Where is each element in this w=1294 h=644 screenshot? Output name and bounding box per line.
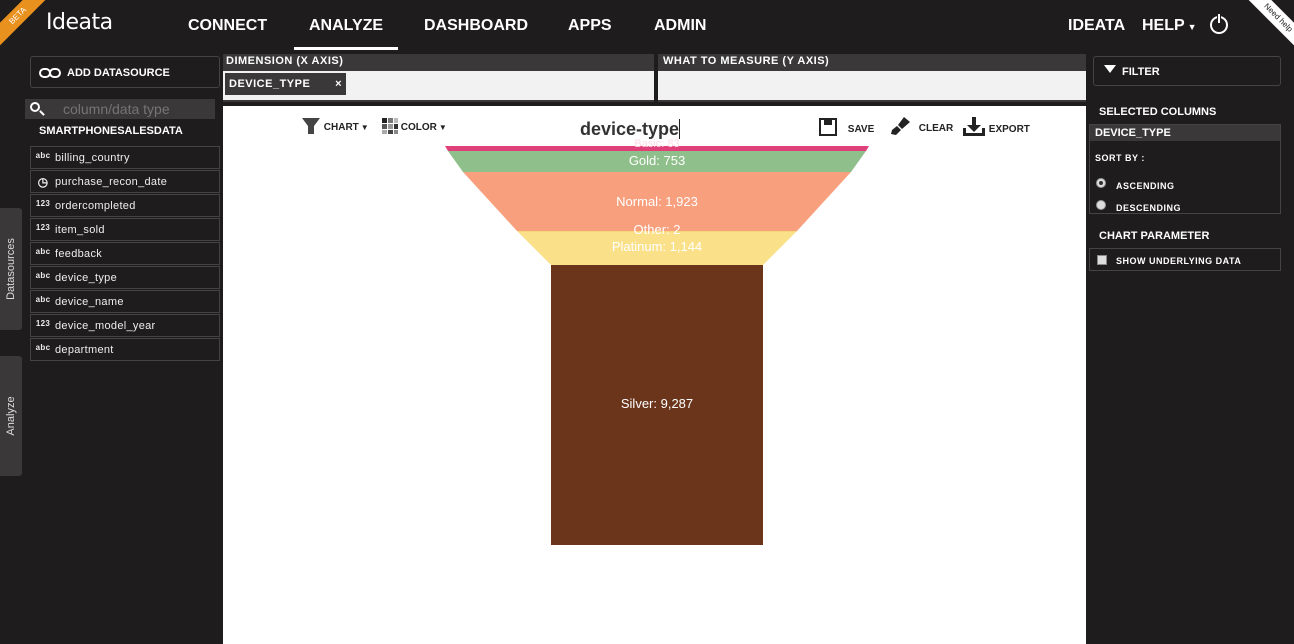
column-name: device_name	[55, 296, 124, 308]
clock-icon: ◷	[37, 175, 49, 189]
column-item[interactable]: 123 device_model_year	[30, 314, 220, 337]
ascending-radio[interactable]	[1096, 178, 1106, 188]
beta-ribbon: BETA	[0, 0, 52, 50]
funnel-label-gold: Gold: 753	[628, 153, 686, 168]
selected-columns-header: SELECTED COLUMNS	[1099, 106, 1217, 118]
need-help-ribbon[interactable]: Need help	[1244, 0, 1294, 52]
caret-down-icon: ▼	[1187, 22, 1197, 32]
measure-axis-zone: WHAT TO MEASURE (Y AXIS)	[658, 54, 1086, 102]
ideata-logo[interactable]: Ideata	[46, 10, 113, 35]
column-name: department	[55, 344, 114, 356]
column-name: billing_country	[55, 152, 130, 164]
nav-admin[interactable]: ADMIN	[654, 17, 706, 35]
nav-analyze[interactable]: ANALYZE	[293, 17, 399, 50]
funnel-label-other: Other: 2	[633, 222, 681, 237]
column-item[interactable]: abc department	[30, 338, 220, 361]
funnel-label-normal: Normal: 1,923	[616, 194, 698, 209]
properties-panel: FILTER SELECTED COLUMNS DEVICE_TYPE SORT…	[1089, 56, 1281, 271]
column-name: ordercompleted	[55, 200, 136, 212]
column-item[interactable]: abc billing_country	[30, 146, 220, 169]
column-item[interactable]: 123 ordercompleted	[30, 194, 220, 217]
numeric-type-icon: 123	[35, 199, 51, 208]
logo-text: Ideata	[46, 10, 113, 35]
sort-by-label: SORT BY :	[1095, 153, 1145, 163]
column-name: device_type	[55, 272, 118, 284]
top-navbar: BETA Ideata CONNECT ANALYZE DASHBOARD AP…	[0, 0, 1294, 52]
column-name: item_sold	[55, 224, 105, 236]
nav-apps[interactable]: APPS	[568, 17, 612, 35]
chart-canvas: CHART ▼ COLOR ▼ device-type SAVE CLEAR EXP…	[223, 106, 1086, 644]
column-name: device_model_year	[55, 320, 156, 332]
measure-drop-field[interactable]	[658, 71, 1086, 100]
numeric-type-icon: 123	[35, 319, 51, 328]
column-item[interactable]: ◷ purchase_recon_date	[30, 170, 220, 193]
funnel-label-platinum: Platinum: 1,144	[611, 239, 703, 254]
column-list: abc billing_country ◷ purchase_recon_date 12…	[30, 146, 220, 361]
ascending-label: ASCENDING	[1116, 181, 1175, 191]
help-menu[interactable]: HELP ▼	[1142, 17, 1197, 35]
column-item[interactable]: abc device_type	[30, 266, 220, 289]
dimension-drop-field[interactable]: DEVICE_TYPE ×	[223, 71, 654, 100]
link-icon	[39, 68, 61, 78]
help-label: HELP	[1142, 17, 1185, 34]
filter-label: FILTER	[1122, 66, 1160, 78]
chart-parameter-box: SHOW UNDERLYING DATA	[1089, 248, 1281, 271]
add-datasource-label: ADD DATASOURCE	[67, 67, 170, 79]
text-type-icon: abc	[35, 271, 51, 280]
funnel-label-basic: Basic: 83	[634, 138, 680, 150]
show-underlying-label: SHOW UNDERLYING DATA	[1116, 256, 1242, 266]
dimension-axis-label: DIMENSION (X AXIS)	[226, 55, 344, 67]
power-icon[interactable]	[1210, 13, 1228, 34]
descending-radio[interactable]	[1096, 200, 1106, 210]
funnel-label-silver: Silver: 9,287	[620, 396, 694, 411]
filter-button[interactable]: FILTER	[1093, 56, 1281, 86]
text-type-icon: abc	[35, 343, 51, 352]
nav-dashboard[interactable]: DASHBOARD	[424, 17, 528, 35]
measure-axis-label: WHAT TO MEASURE (Y AXIS)	[663, 55, 830, 67]
datasource-name: SMARTPHONESALESDATA	[39, 125, 183, 137]
column-name: purchase_recon_date	[55, 176, 168, 188]
nav-connect[interactable]: CONNECT	[188, 17, 267, 35]
search-icon	[30, 102, 40, 112]
dimension-axis-zone: DIMENSION (X AXIS) DEVICE_TYPE ×	[223, 54, 654, 102]
text-type-icon: abc	[35, 247, 51, 256]
tab-datasources[interactable]: Datasources	[0, 208, 22, 330]
text-type-icon: abc	[35, 151, 51, 160]
selected-columns-box: DEVICE_TYPE SORT BY : ASCENDING DESCENDI…	[1089, 124, 1281, 214]
numeric-type-icon: 123	[35, 223, 51, 232]
filter-icon	[1104, 65, 1116, 73]
column-search	[25, 99, 215, 119]
funnel-chart	[445, 146, 869, 545]
tab-datasources-label: Datasources	[5, 238, 17, 300]
remove-chip-icon[interactable]: ×	[335, 78, 342, 90]
column-item[interactable]: 123 item_sold	[30, 218, 220, 241]
dimension-chip[interactable]: DEVICE_TYPE ×	[225, 73, 346, 95]
add-datasource-button[interactable]: ADD DATASOURCE	[30, 56, 220, 88]
show-underlying-checkbox[interactable]	[1097, 255, 1107, 265]
descending-label: DESCENDING	[1116, 203, 1182, 213]
chart-parameter-header: CHART PARAMETER	[1099, 230, 1210, 242]
search-input[interactable]	[63, 99, 213, 119]
column-name: feedback	[55, 248, 103, 260]
column-item[interactable]: abc feedback	[30, 242, 220, 265]
text-type-icon: abc	[35, 295, 51, 304]
column-item[interactable]: abc device_name	[30, 290, 220, 313]
selected-column-item[interactable]: DEVICE_TYPE	[1090, 125, 1280, 141]
datasource-panel: ADD DATASOURCE SMARTPHONESALESDATA abcbi…	[25, 56, 220, 362]
tab-analyze-label: Analyze	[5, 396, 17, 436]
user-menu[interactable]: IDEATA	[1068, 17, 1125, 35]
dimension-chip-label: DEVICE_TYPE	[229, 78, 311, 90]
tab-analyze[interactable]: Analyze	[0, 356, 22, 476]
